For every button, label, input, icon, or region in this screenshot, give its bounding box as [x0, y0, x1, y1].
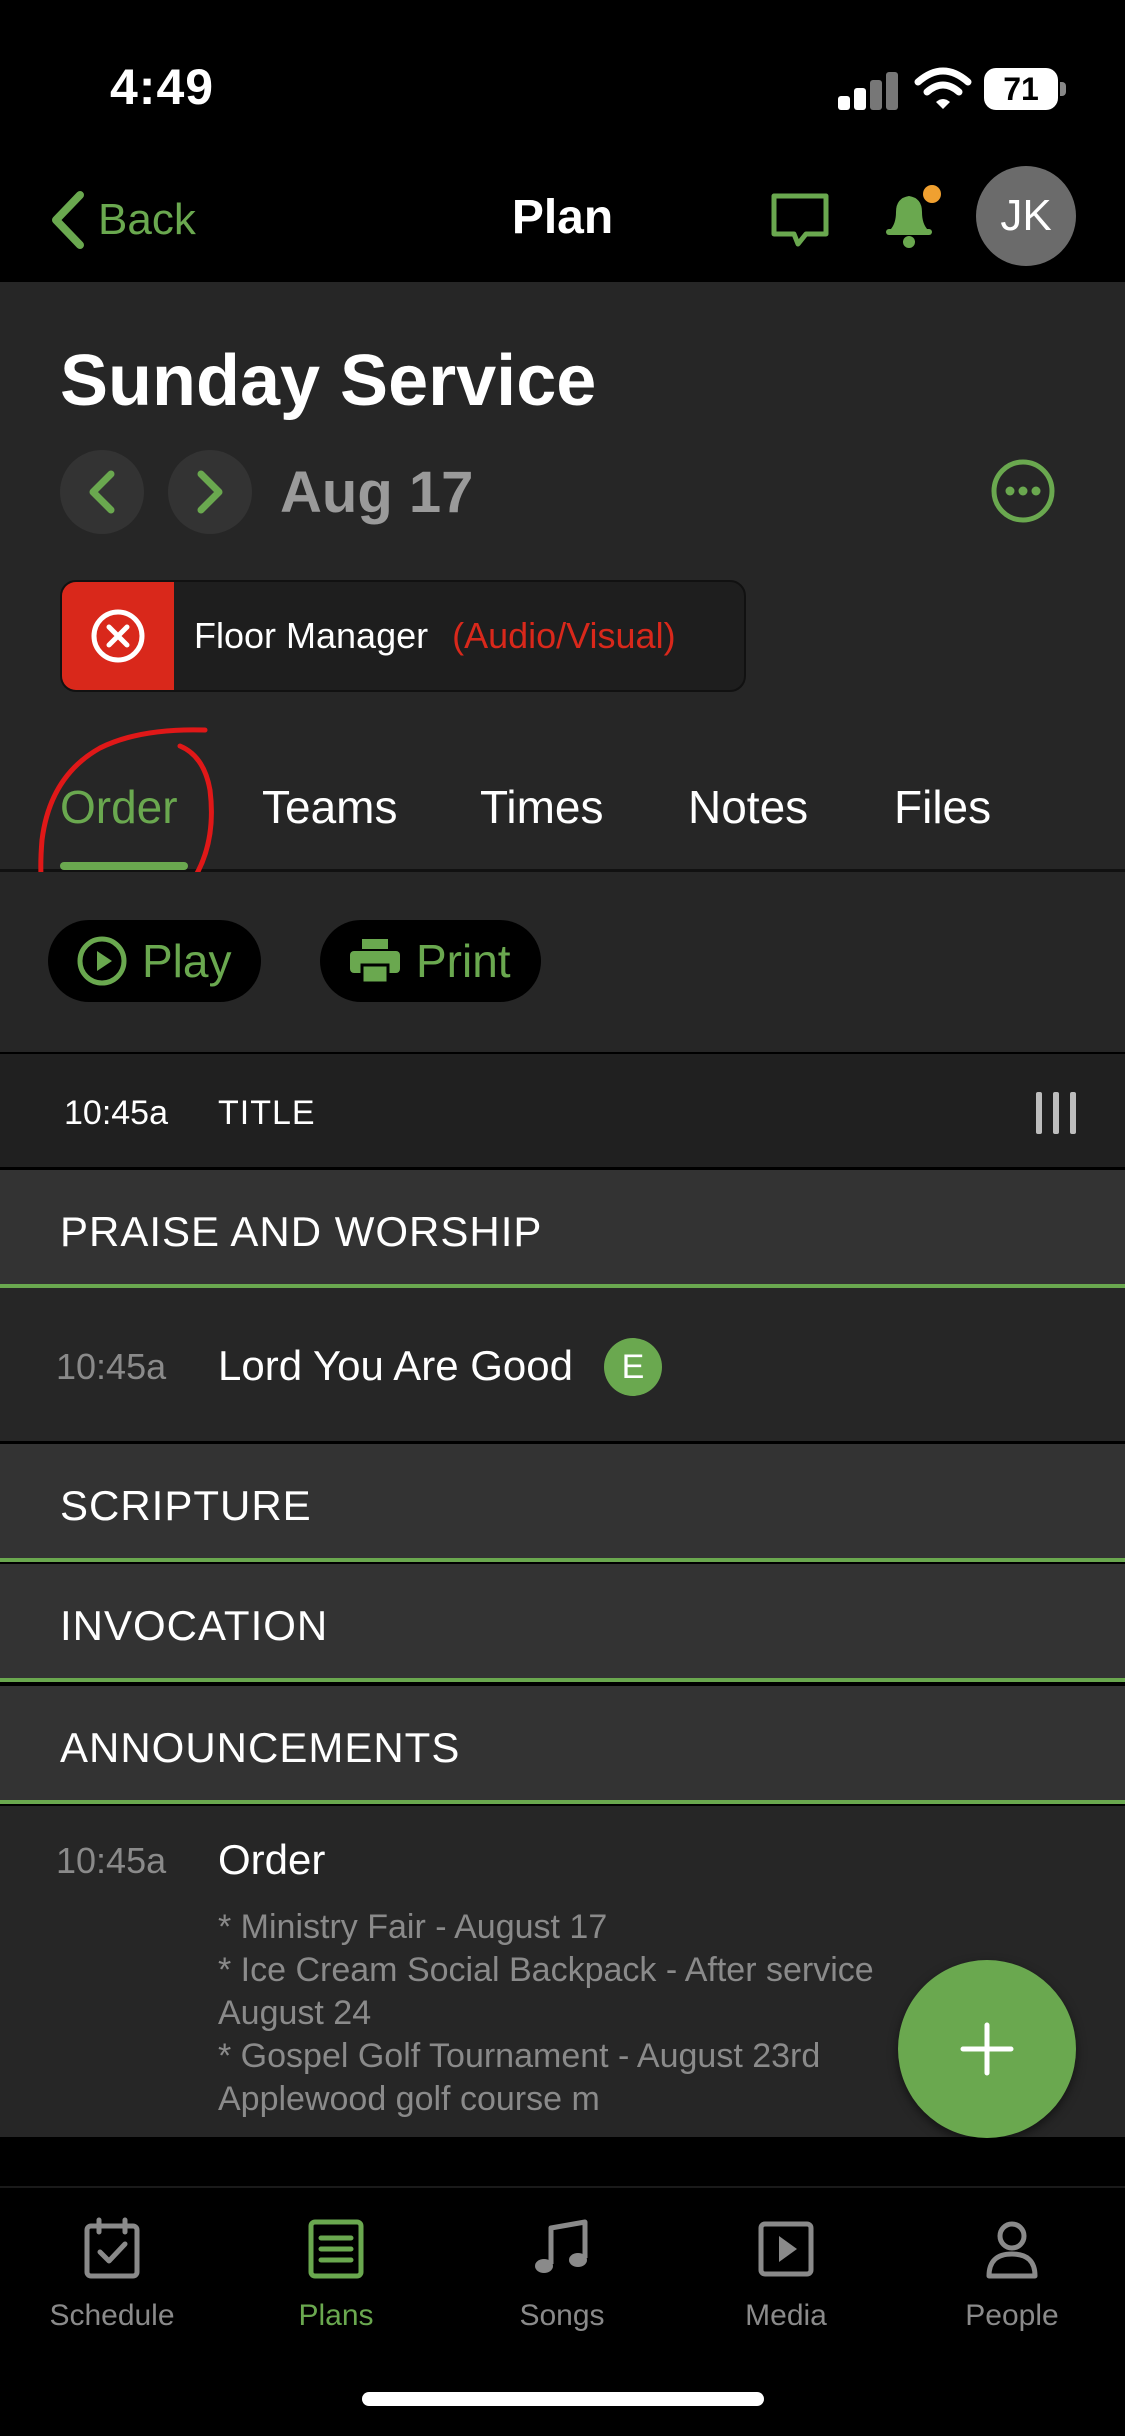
printer-icon: [350, 939, 400, 985]
wifi-icon: [914, 67, 972, 109]
chat-icon[interactable]: [768, 188, 832, 252]
status-bar: 4:49 71: [0, 0, 1125, 170]
home-indicator: [362, 2392, 764, 2406]
section-header[interactable]: PRAISE AND WORSHIP: [0, 1170, 1125, 1288]
page-title: Sunday Service: [60, 341, 597, 421]
tab-order[interactable]: Order: [60, 780, 178, 834]
plan-actions: Play Print: [0, 872, 1125, 1052]
next-plan-button[interactable]: [168, 450, 252, 534]
tabbar-item-schedule[interactable]: Schedule: [12, 2216, 212, 2333]
note-line: * Ice Cream Social Backpack - After serv…: [218, 1951, 874, 1989]
role-assignment[interactable]: Floor Manager (Audio/Visual): [60, 580, 746, 692]
chevron-left-icon: [89, 470, 115, 514]
role-name: Floor Manager: [194, 615, 429, 656]
section-label: INVOCATION: [60, 1602, 329, 1649]
active-tab-indicator: [60, 862, 188, 870]
section-header[interactable]: ANNOUNCEMENTS: [0, 1686, 1125, 1804]
section-header[interactable]: SCRIPTURE: [0, 1444, 1125, 1562]
item-time: 10:45a: [56, 1840, 167, 1881]
note-line: * Ministry Fair - August 17: [218, 1908, 608, 1946]
tab-times[interactable]: Times: [480, 780, 604, 834]
tab-notes[interactable]: Notes: [688, 780, 808, 834]
tabbar-label: Schedule: [49, 2299, 175, 2332]
tab-teams[interactable]: Teams: [262, 780, 397, 834]
column-toggle-icon[interactable]: [1034, 1092, 1078, 1134]
print-button[interactable]: Print: [320, 920, 541, 1002]
chevron-left-icon: [52, 191, 84, 249]
list-item[interactable]: 10:45a Lord You Are Good E: [0, 1288, 1125, 1444]
tabbar-label: Media: [745, 2299, 827, 2332]
avatar[interactable]: JK: [976, 166, 1076, 266]
tabbar-item-media[interactable]: Media: [686, 2216, 886, 2333]
plan-header: Sunday Service Aug 17 Floor Manager (Aud…: [0, 282, 1125, 872]
notification-dot: [923, 185, 941, 203]
battery-level: 71: [984, 68, 1058, 110]
plus-icon: [960, 2022, 1014, 2076]
section-label: ANNOUNCEMENTS: [60, 1724, 461, 1771]
item-notes: * Ministry Fair - August 17 * Ice Cream …: [218, 1906, 978, 2121]
back-button[interactable]: Back: [48, 184, 196, 256]
close-circle-icon: [91, 609, 145, 663]
title-row-time: 10:45a: [64, 1094, 168, 1132]
tabbar-label: Songs: [519, 2299, 605, 2332]
tabbar-item-songs[interactable]: Songs: [462, 2216, 662, 2333]
title-row-label: TITLE: [218, 1094, 316, 1132]
plans-list-icon: [308, 2219, 364, 2279]
role-team: (Audio/Visual): [452, 615, 676, 656]
title-row[interactable]: 10:45a TITLE: [0, 1052, 1125, 1170]
section-label: PRAISE AND WORSHIP: [60, 1208, 543, 1255]
chevron-right-icon: [197, 470, 223, 514]
calendar-check-icon: [84, 2217, 140, 2279]
play-label: Play: [142, 935, 232, 987]
item-name: Lord You Are Good: [218, 1342, 573, 1389]
nav-bar: Back Plan JK: [0, 166, 1125, 282]
note-line: August 24: [218, 1994, 372, 2032]
tabbar-item-people[interactable]: People: [912, 2216, 1112, 2333]
add-item-button[interactable]: [898, 1960, 1076, 2138]
note-line: Applewood golf course m: [218, 2080, 600, 2118]
back-label: Back: [98, 195, 196, 244]
person-icon: [986, 2221, 1038, 2279]
cellular-signal-icon: [838, 72, 898, 110]
plan-tabs: Order Teams Times Notes Files: [0, 762, 1125, 872]
date-row: Aug 17: [60, 450, 473, 534]
song-key-badge: E: [604, 1338, 662, 1396]
tabbar-item-plans[interactable]: Plans: [236, 2216, 436, 2333]
tab-files[interactable]: Files: [894, 780, 991, 834]
section-label: SCRIPTURE: [60, 1482, 312, 1529]
plan-date: Aug 17: [280, 459, 474, 525]
section-header[interactable]: INVOCATION: [0, 1564, 1125, 1682]
item-name: Order: [218, 1836, 326, 1883]
print-label: Print: [416, 935, 511, 987]
item-time: 10:45a: [56, 1346, 167, 1387]
note-line: * Gospel Golf Tournament - August 23rd: [218, 2037, 821, 2075]
music-note-icon: [535, 2219, 588, 2273]
more-options-icon[interactable]: [990, 458, 1056, 524]
status-time: 4:49: [110, 59, 215, 115]
play-circle-icon: [77, 936, 127, 986]
play-button[interactable]: Play: [48, 920, 262, 1002]
battery-icon: 71: [984, 68, 1066, 110]
play-box-icon: [758, 2221, 814, 2277]
bell-icon[interactable]: [876, 182, 946, 252]
declined-status: [62, 582, 174, 690]
tabbar-label: People: [965, 2299, 1059, 2332]
previous-plan-button[interactable]: [60, 450, 144, 534]
tabbar-label: Plans: [298, 2299, 374, 2332]
